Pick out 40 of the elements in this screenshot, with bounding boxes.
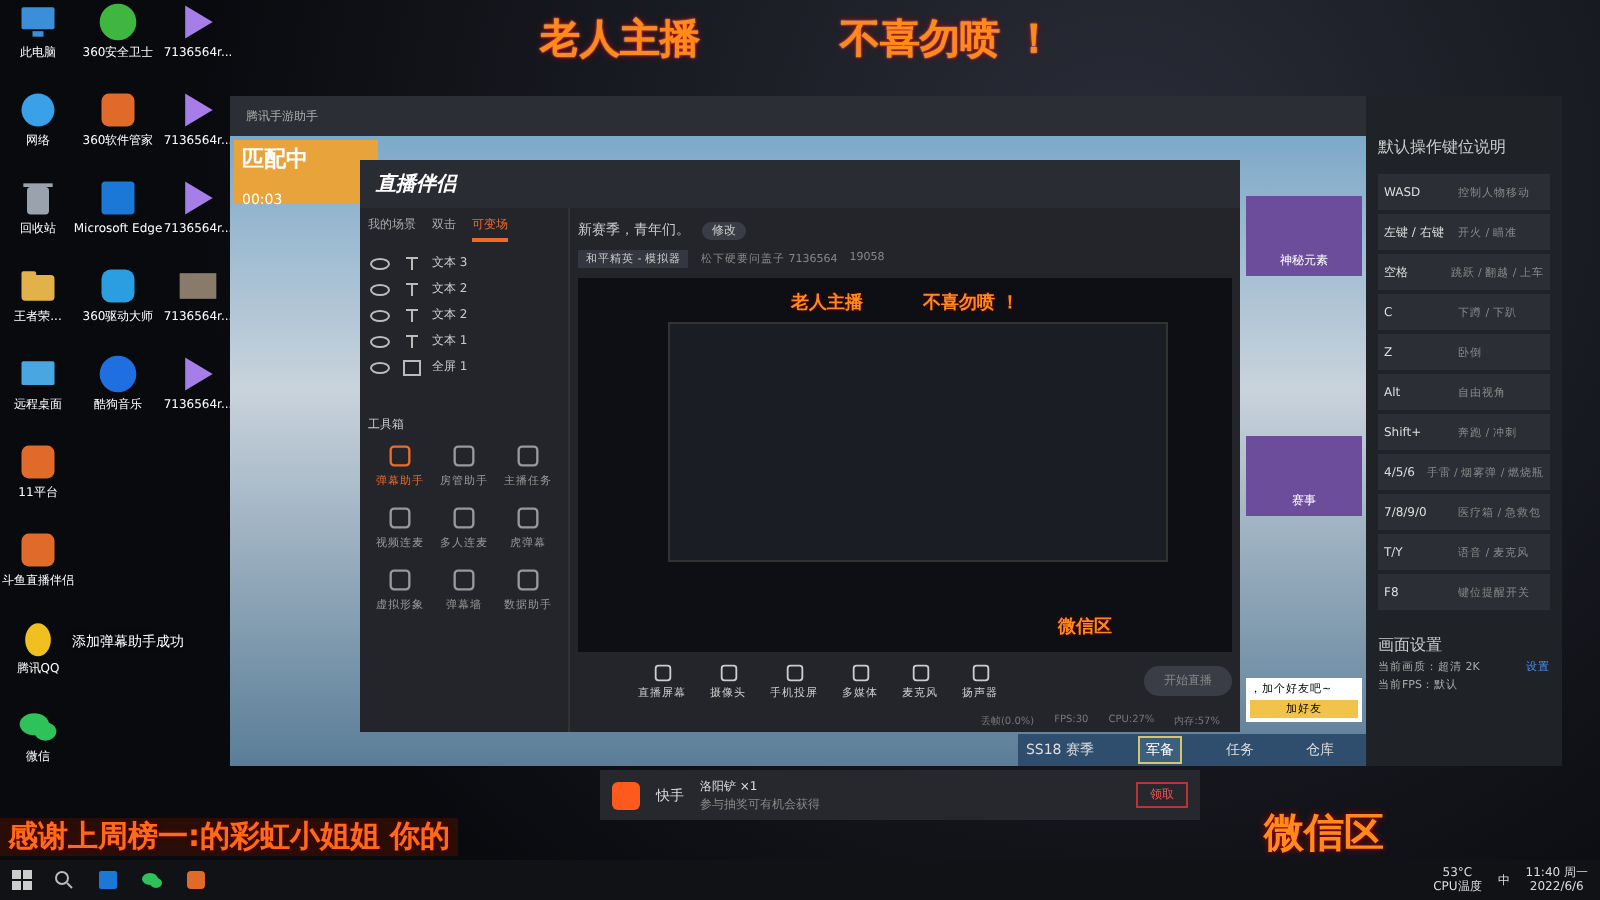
tool-icon xyxy=(386,566,414,594)
overlay-headline: 不喜勿喷 ！ xyxy=(840,12,1054,66)
text-layer-icon[interactable] xyxy=(400,251,424,275)
text-layer-icon[interactable] xyxy=(400,329,424,353)
source-icon xyxy=(849,661,871,683)
panel-title: 默认操作键位说明 xyxy=(1378,136,1508,158)
tool-icon xyxy=(450,442,478,470)
tool-icon xyxy=(386,442,414,470)
tool-icon xyxy=(386,504,414,532)
start-icon[interactable] xyxy=(12,870,32,890)
chat-bubble-icon[interactable] xyxy=(140,868,164,892)
overlay-text: 不喜勿喷 ！ xyxy=(922,290,1020,316)
section-title: 画面设置 xyxy=(1378,634,1444,656)
tool-icon xyxy=(450,566,478,594)
app-icon[interactable] xyxy=(96,88,140,132)
app-icon[interactable] xyxy=(16,528,60,572)
tool-icon xyxy=(450,504,478,532)
text-layer-icon[interactable] xyxy=(400,303,424,327)
overlay-text: 微信区 xyxy=(1264,806,1384,860)
overlay-headline: 老人主播 xyxy=(540,12,700,66)
browser-icon[interactable] xyxy=(96,176,140,220)
app-icon[interactable] xyxy=(612,781,640,809)
app-icon[interactable] xyxy=(16,440,60,484)
source-icon xyxy=(717,661,739,683)
browser-icon[interactable] xyxy=(96,868,120,892)
tool-icon xyxy=(514,566,542,594)
source-icon xyxy=(783,661,805,683)
overlay-text: 老人主播 xyxy=(790,290,863,316)
overlay-text: 微信区 xyxy=(1058,615,1112,640)
source-icon xyxy=(909,661,931,683)
source-icon xyxy=(651,661,673,683)
tool-icon xyxy=(514,504,542,532)
screen-icon[interactable] xyxy=(400,355,424,379)
tool-icon xyxy=(514,442,542,470)
search-icon[interactable] xyxy=(52,868,76,892)
text-layer-icon[interactable] xyxy=(400,277,424,301)
thanks-banner: 感谢上周榜一:的彩虹小姐姐 你的 xyxy=(0,818,459,856)
app-icon[interactable] xyxy=(184,868,208,892)
source-icon xyxy=(969,661,991,683)
app-logo: 直播伴侣 xyxy=(376,171,456,198)
